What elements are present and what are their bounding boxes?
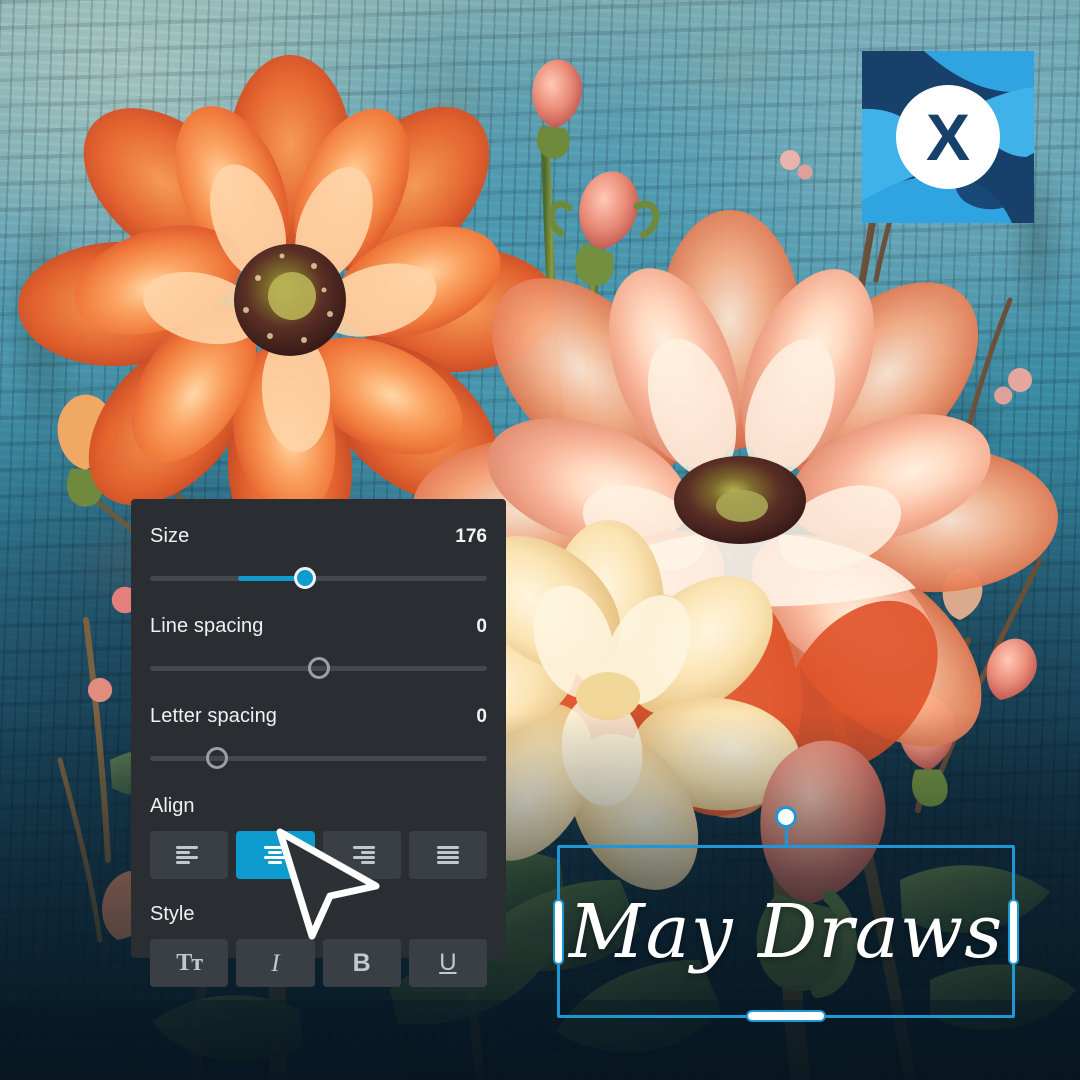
x-logo-graphic: X <box>862 51 1034 223</box>
italic-button[interactable]: I <box>236 939 315 987</box>
letter-spacing-value: 0 <box>476 706 487 727</box>
size-slider-thumb[interactable] <box>294 567 317 589</box>
align-justify-button[interactable] <box>408 831 487 879</box>
align-center-icon <box>264 846 287 864</box>
screenshot-stage: X May Draws Size 176 Line spacing 0 Lett… <box>0 0 1080 1080</box>
letter-spacing-slider-thumb[interactable] <box>206 747 229 769</box>
letter-spacing-label: Letter spacing <box>150 705 278 727</box>
align-button-group <box>150 831 487 879</box>
style-button-group: Tт I B U <box>150 939 487 987</box>
letter-spacing-slider-track[interactable] <box>150 756 487 761</box>
bold-icon: B <box>352 948 371 977</box>
size-slider-track[interactable] <box>150 576 487 581</box>
italic-icon: I <box>271 949 280 977</box>
align-left-button[interactable] <box>150 831 229 879</box>
align-right-icon <box>352 846 375 864</box>
letter-spacing-slider[interactable] <box>150 747 487 769</box>
size-row: Size 176 <box>150 525 487 548</box>
text-case-button[interactable]: Tт <box>150 939 229 987</box>
style-label: Style <box>150 903 195 925</box>
line-spacing-label: Line spacing <box>150 615 264 637</box>
x-logo-letter: X <box>926 100 970 174</box>
line-spacing-row: Line spacing 0 <box>150 615 487 638</box>
align-center-button[interactable] <box>236 831 315 879</box>
line-spacing-slider[interactable] <box>150 657 487 679</box>
x-logo[interactable]: X <box>862 51 1034 223</box>
canvas-text-content[interactable]: May Draws <box>560 848 1012 1015</box>
line-spacing-slider-thumb[interactable] <box>307 657 330 679</box>
text-element-selection[interactable]: May Draws <box>553 806 1019 1022</box>
bold-button[interactable]: B <box>322 939 401 987</box>
line-spacing-value: 0 <box>476 616 487 637</box>
underline-button[interactable]: U <box>408 939 487 987</box>
size-slider[interactable] <box>150 567 487 589</box>
underline-icon: U <box>439 949 457 976</box>
align-label: Align <box>150 795 195 817</box>
size-value: 176 <box>455 526 487 547</box>
rotate-handle[interactable] <box>775 806 797 828</box>
letter-spacing-row: Letter spacing 0 <box>150 705 487 728</box>
size-label: Size <box>150 525 190 547</box>
align-right-button[interactable] <box>322 831 401 879</box>
align-left-icon <box>176 846 199 864</box>
align-justify-icon <box>436 846 459 864</box>
text-properties-panel: Size 176 Line spacing 0 Letter spacing 0… <box>131 499 506 987</box>
text-case-icon: Tт <box>176 950 203 976</box>
